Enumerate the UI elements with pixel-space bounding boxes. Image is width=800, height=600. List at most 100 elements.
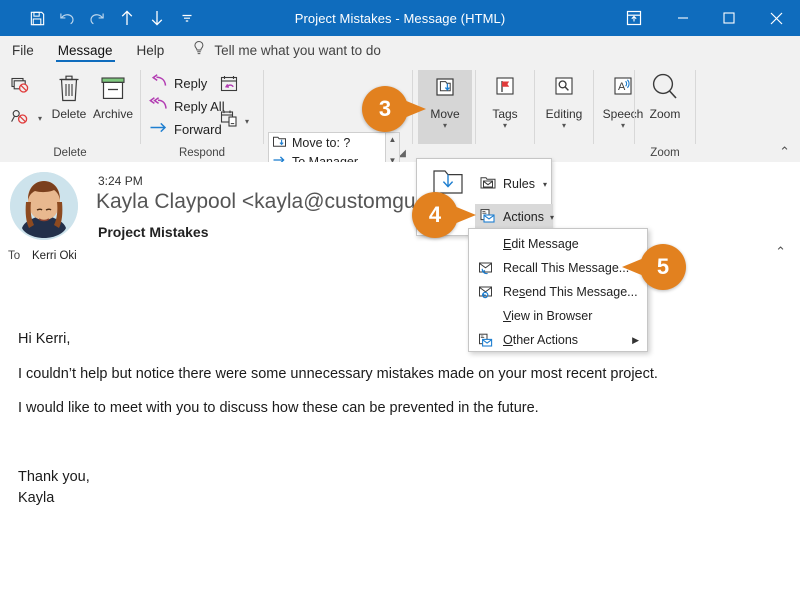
rules-button[interactable]: Rules ▾: [475, 171, 551, 197]
group-label-delete: Delete: [53, 147, 87, 159]
speech-caret-icon[interactable]: ▾: [621, 122, 625, 130]
body-line-3: I would like to meet with you to discuss…: [18, 400, 539, 416]
meeting-icon: [219, 76, 241, 100]
recall-message-icon: [477, 259, 495, 277]
redo-icon[interactable]: [82, 4, 112, 32]
callout-4-bubble: 4: [412, 192, 458, 238]
more-respond-button[interactable]: ▾: [219, 108, 249, 135]
menu-item-edit-message[interactable]: Edit Message: [469, 232, 647, 256]
tags-caret-icon[interactable]: ▾: [503, 122, 507, 130]
message-body-text: Hi Kerri, I couldn’t help but notice the…: [18, 332, 780, 505]
customize-quick-access-toolbar-icon[interactable]: [172, 4, 202, 32]
group-label-respond: Respond: [178, 147, 226, 159]
tags-button[interactable]: Tags ▾: [478, 70, 532, 144]
ignore-icon: [10, 76, 30, 97]
zoom-label: Zoom: [649, 107, 681, 121]
tab-file-label: File: [12, 42, 34, 58]
actions-dropdown-menu: Edit Message Recall This Message... Rese…: [468, 228, 648, 352]
chevron-up-icon[interactable]: ⌃: [775, 244, 786, 260]
menu-icon-placeholder-2: [477, 307, 495, 325]
collapse-ribbon-button[interactable]: ⌃: [779, 144, 790, 160]
actions-button[interactable]: Actions ▾: [475, 204, 554, 230]
actions-caret-icon[interactable]: ▾: [550, 213, 558, 222]
body-line-1: Hi Kerri,: [18, 331, 71, 347]
maximize-button[interactable]: [706, 0, 752, 36]
close-button[interactable]: [752, 0, 800, 36]
move-button[interactable]: Move ▾: [418, 70, 472, 144]
rules-label: Rules: [503, 177, 535, 191]
reply-button[interactable]: Reply: [149, 74, 207, 92]
ribbon-tabs: File Message Help Tell me what you want …: [0, 36, 800, 64]
lightbulb-icon: [192, 40, 206, 61]
quick-access-toolbar: [0, 4, 202, 32]
minimize-button[interactable]: [660, 0, 706, 36]
previous-item-icon[interactable]: [112, 4, 142, 32]
tab-message[interactable]: Message: [46, 36, 125, 64]
actions-label: Actions: [503, 210, 544, 224]
editing-label: Editing: [545, 107, 583, 121]
reply-all-icon: [149, 97, 168, 115]
forward-button[interactable]: Forward: [149, 120, 222, 138]
rules-icon: [479, 175, 497, 194]
more-respond-icon: [219, 108, 241, 135]
quick-step-move-to[interactable]: Move to: ?: [269, 133, 399, 152]
other-actions-icon: [477, 331, 495, 349]
trash-icon: [55, 70, 83, 104]
callout-4-tail: [454, 206, 476, 224]
callout-3-bubble: 3: [362, 86, 408, 132]
body-line-4: [18, 436, 780, 451]
block-sender-icon: [10, 108, 32, 129]
tab-help[interactable]: Help: [125, 36, 177, 64]
menu-item-resend-this-message-label: Resend This Message...: [503, 285, 638, 299]
message-to-recipient[interactable]: Kerri Oki: [32, 250, 77, 262]
menu-item-other-actions[interactable]: Other Actions ▶: [469, 328, 647, 352]
flag-icon: [490, 70, 520, 104]
delete-label: Delete: [51, 107, 87, 121]
ribbon-group-zoom: Zoom Zoom: [635, 64, 695, 162]
meeting-button[interactable]: [219, 74, 241, 101]
editing-caret-icon[interactable]: ▾: [562, 122, 566, 130]
quick-step-move-to-label: Move to: ?: [292, 135, 351, 150]
more-respond-caret-icon[interactable]: ▾: [245, 117, 249, 126]
zoom-button[interactable]: Zoom: [638, 70, 692, 144]
tab-help-label: Help: [136, 42, 165, 58]
move-caret-icon[interactable]: ▾: [443, 122, 447, 130]
group-divider-4: [534, 70, 535, 144]
ribbon-display-options-icon[interactable]: [608, 0, 660, 36]
menu-icon-placeholder: [477, 235, 495, 253]
group-divider-5: [593, 70, 594, 144]
callout-5-tail: [622, 258, 644, 276]
menu-item-recall-this-message[interactable]: Recall This Message...: [469, 256, 647, 280]
rules-caret-icon[interactable]: ▾: [543, 180, 551, 189]
ignore-button[interactable]: [10, 76, 30, 97]
callout-3-tail: [404, 100, 426, 118]
ribbon-group-respond: Reply Reply All Forward ▾ Respond: [141, 64, 263, 162]
body-line-2: I couldn’t help but notice there were so…: [18, 365, 658, 382]
editing-button[interactable]: Editing ▾: [537, 70, 591, 144]
archive-button[interactable]: Archive: [86, 70, 140, 144]
menu-item-recall-this-message-label: Recall This Message...: [503, 261, 630, 275]
move-icon: [430, 70, 460, 104]
tell-me-search[interactable]: Tell me what you want to do: [176, 36, 381, 64]
menu-item-view-in-browser-label: View in Browser: [503, 309, 593, 323]
undo-icon[interactable]: [52, 4, 82, 32]
scroll-up-icon[interactable]: ▲: [389, 133, 397, 147]
tab-message-label: Message: [57, 42, 113, 58]
group-divider-3b: [475, 70, 476, 144]
ribbon-group-delete: ▾ Delete Archive Delete: [0, 64, 140, 162]
menu-item-other-actions-label: Other Actions: [503, 333, 579, 347]
message-body[interactable]: Hi Kerri, I couldn’t help but notice the…: [0, 272, 800, 600]
tell-me-placeholder: Tell me what you want to do: [214, 42, 381, 58]
reply-all-button[interactable]: Reply All: [149, 97, 225, 115]
message-subject: Project Mistakes: [98, 224, 209, 240]
save-icon[interactable]: [22, 4, 52, 32]
menu-item-resend-this-message[interactable]: Resend This Message...: [469, 280, 647, 304]
tab-file[interactable]: File: [0, 36, 46, 64]
next-item-icon[interactable]: [142, 4, 172, 32]
submenu-arrow-icon: ▶: [632, 334, 639, 345]
tags-label: Tags: [492, 107, 518, 121]
archive-icon: [98, 70, 128, 104]
block-sender-button[interactable]: ▾: [10, 108, 42, 129]
menu-item-view-in-browser[interactable]: View in Browser: [469, 304, 647, 328]
group-divider-7: [695, 70, 696, 144]
